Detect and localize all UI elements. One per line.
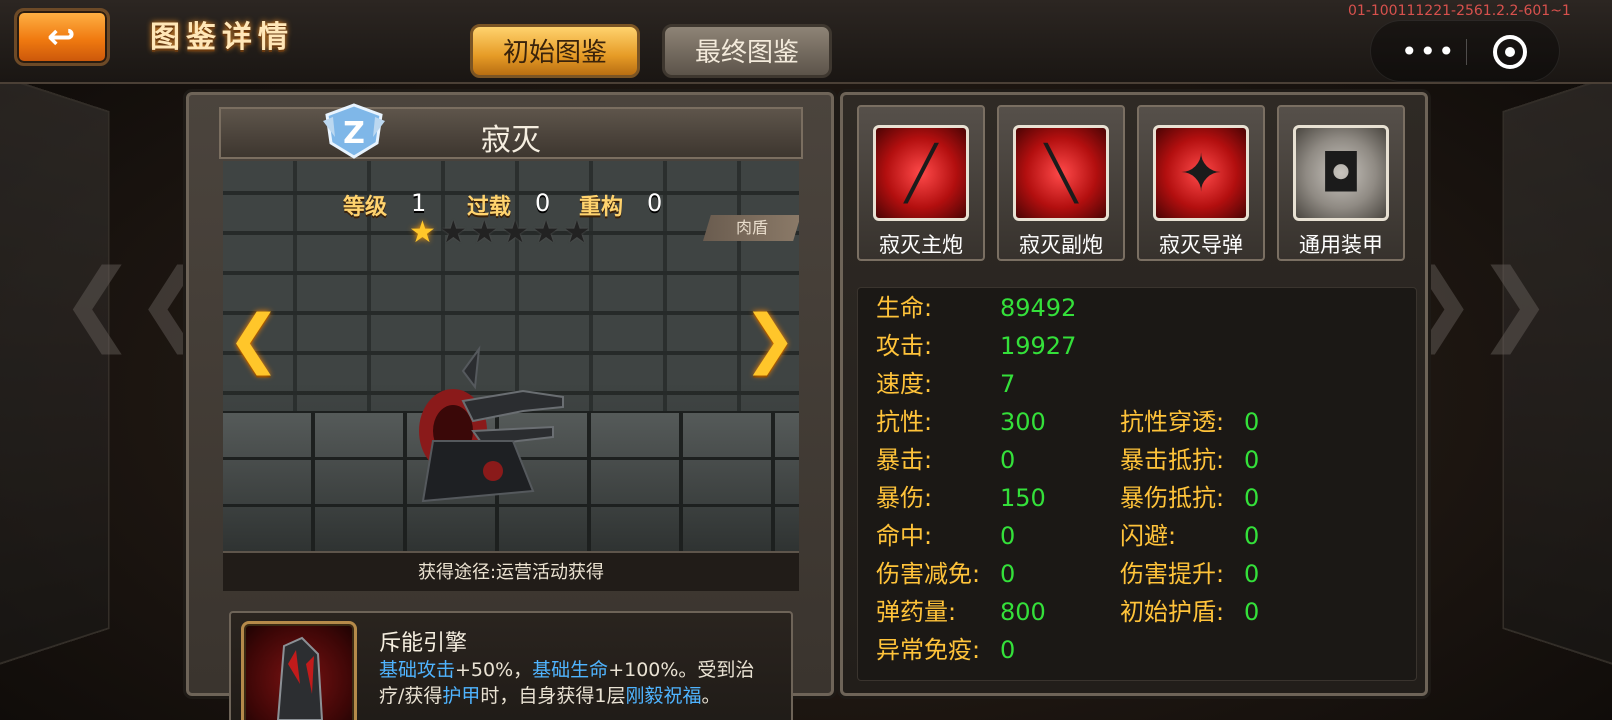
attr-speed: 速度: 7 <box>876 370 1016 398</box>
capsule-divider <box>1466 39 1467 65</box>
sub-cannon-icon: ╲ <box>1013 125 1109 221</box>
miniprogram-capsule: ••• <box>1370 20 1560 82</box>
tab-initial-codex[interactable]: 初始图鉴 <box>470 24 640 78</box>
engine-glyph-icon <box>276 636 324 720</box>
more-menu-button[interactable]: ••• <box>1401 35 1457 68</box>
level-value: 1 <box>411 189 427 217</box>
attr-resistance: 抗性: 300 <box>876 408 1046 436</box>
skill-desc-part: 。 <box>701 685 721 707</box>
role-tag: 肉盾 <box>703 215 799 241</box>
equip-slot-main-cannon[interactable]: ╱ 寂灭主炮 <box>857 105 985 261</box>
star-empty-icon: ★ <box>470 215 502 250</box>
attr-status-immunity: 异常免疫: 0 <box>876 636 1016 664</box>
top-bar: ↩ 图鉴详情 初始图鉴 最终图鉴 01-100111221-2561.2.2-6… <box>0 0 1612 84</box>
attr-crit-damage: 暴伤: 150 <box>876 484 1046 512</box>
skill-desc-part: 护甲 <box>442 685 481 707</box>
prev-unit-arrow-icon[interactable]: ❮ <box>227 301 281 377</box>
equip-slot-sub-cannon[interactable]: ╲ 寂灭副炮 <box>997 105 1125 261</box>
attr-ammo: 弹药量: 800 <box>876 598 1046 626</box>
skill-desc-part: +50%， <box>455 659 533 681</box>
attr-damage-reduction: 伤害减免: 0 <box>876 560 1016 588</box>
detail-panel: ╱ 寂灭主炮 ╲ 寂灭副炮 ✦ 寂灭导弹 ◘ 通用装甲 生命: 89492 攻击:… <box>840 92 1428 696</box>
skill-desc-part: 刚毅祝福 <box>625 685 702 707</box>
return-arrow-icon: ↩ <box>47 17 76 57</box>
skill-desc-part: 基础生命 <box>532 659 609 681</box>
left-hangar-door <box>0 65 110 675</box>
attr-attack: 攻击: 19927 <box>876 332 1077 360</box>
mech-unit-image <box>419 345 564 503</box>
star-empty-icon: ★ <box>563 215 595 250</box>
equip-label: 寂灭副炮 <box>1019 233 1103 257</box>
attr-initial-shield: 初始护盾: 0 <box>1120 598 1260 626</box>
star-empty-icon: ★ <box>439 215 471 250</box>
attr-hit: 命中: 0 <box>876 522 1016 550</box>
unit-panel: Z 寂灭 等级 1 过载 0 重构 0 ★★★★★★ 肉盾 ❮ ❯ 获得途径:运… <box>186 92 834 720</box>
back-button[interactable]: ↩ <box>14 8 110 66</box>
skill-desc-part: 时，自身获得1层 <box>480 685 626 707</box>
tab-final-codex[interactable]: 最终图鉴 <box>662 24 832 78</box>
skill-desc-part: 基础攻击 <box>379 659 456 681</box>
skill-description: 基础攻击+50%，基础生命+100%。受到治疗/获得护甲时，自身获得1层刚毅祝福… <box>379 657 779 709</box>
unit-name: 寂灭 <box>481 123 541 158</box>
version-string: 01-100111221-2561.2.2-601~1 <box>1348 3 1571 19</box>
attr-crit: 暴击: 0 <box>876 446 1016 474</box>
unit-header: Z 寂灭 <box>219 103 803 159</box>
attr-resist-penetration: 抗性穿透: 0 <box>1120 408 1260 436</box>
attr-crit-damage-resist: 暴伤抵抗: 0 <box>1120 484 1260 512</box>
page-title: 图鉴详情 <box>150 20 294 55</box>
next-unit-arrow-icon[interactable]: ❯ <box>743 301 797 377</box>
missile-icon: ✦ <box>1153 125 1249 221</box>
star-filled-icon: ★ <box>409 215 440 250</box>
star-rating: ★★★★★★ <box>409 215 594 250</box>
equip-slot-armor[interactable]: ◘ 通用装甲 <box>1277 105 1405 261</box>
rebuild-value: 0 <box>647 189 663 217</box>
star-empty-icon: ★ <box>532 215 564 250</box>
skill-name: 斥能引擎 <box>379 631 468 656</box>
equip-label: 通用装甲 <box>1299 233 1383 257</box>
skill-engine-icon <box>241 621 357 720</box>
equip-label: 寂灭主炮 <box>879 233 963 257</box>
main-cannon-icon: ╱ <box>873 125 969 221</box>
overload-value: 0 <box>535 189 551 217</box>
source-info: 获得途径:运营活动获得 <box>223 551 799 591</box>
attr-crit-resist: 暴击抵抗: 0 <box>1120 446 1260 474</box>
armor-icon: ◘ <box>1293 125 1389 221</box>
right-hangar-door <box>1502 65 1612 675</box>
equip-label: 寂灭导弹 <box>1159 233 1243 257</box>
star-empty-icon: ★ <box>501 215 533 250</box>
target-close-icon[interactable] <box>1493 35 1527 69</box>
unit-preview-scene: 等级 1 过载 0 重构 0 ★★★★★★ 肉盾 ❮ ❯ <box>223 161 799 551</box>
level-label: 等级 <box>343 195 388 220</box>
attr-damage-boost: 伤害提升: 0 <box>1120 560 1260 588</box>
equip-slot-missile[interactable]: ✦ 寂灭导弹 <box>1137 105 1265 261</box>
skill-card: 斥能引擎 基础攻击+50%，基础生命+100%。受到治疗/获得护甲时，自身获得1… <box>229 611 793 720</box>
attr-dodge: 闪避: 0 <box>1120 522 1260 550</box>
attr-hp: 生命: 89492 <box>876 294 1077 322</box>
attribute-table: 生命: 89492 攻击: 19927 速度: 7 抗性: 300 暴击: 0 暴伤: 15… <box>857 287 1417 681</box>
